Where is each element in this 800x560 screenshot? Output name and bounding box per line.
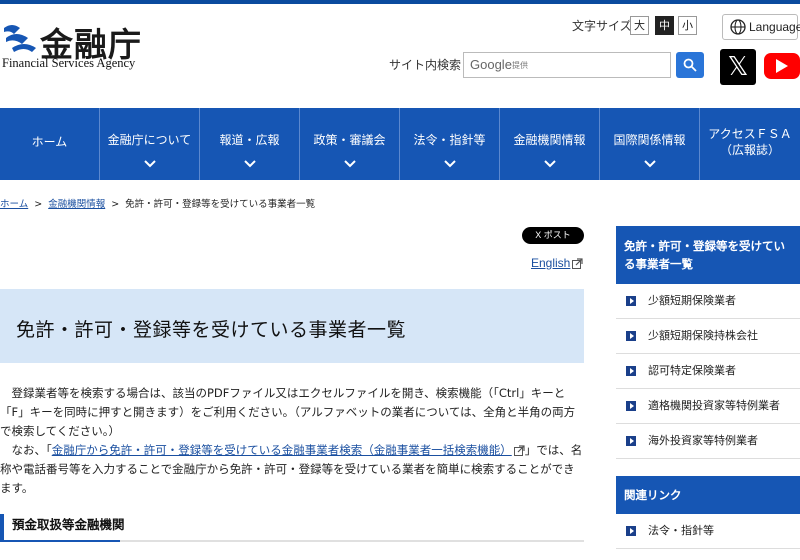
breadcrumb-current: 免許・許可・登録等を受けている事業者一覧: [125, 199, 316, 210]
section-heading-deposit-institutions: 預金取扱等金融機関: [0, 514, 584, 540]
logo-english-name: Financial Services Agency: [2, 56, 136, 70]
section-divider: [0, 540, 584, 542]
youtube-play-icon: [776, 59, 788, 73]
sidebar-item-label: 認可特定保険業者: [648, 364, 736, 377]
top-accent-bar: [0, 0, 800, 4]
search-button[interactable]: [676, 52, 704, 78]
chevron-down-icon: [544, 160, 556, 168]
para2-prefix: なお、「: [0, 443, 52, 457]
nav-label: 金融庁について: [107, 133, 192, 147]
fontsize-large-button[interactable]: 大: [630, 16, 649, 35]
nav-label-line1: アクセスＦＳＡ: [708, 127, 792, 141]
page-title: 免許・許可・登録等を受けている事業者一覧: [16, 319, 407, 341]
bulk-search-link[interactable]: 金融庁から免許・許可・登録等を受けている金融事業者検索（金融事業者一括検索機能）: [52, 443, 512, 457]
arrow-bullet-icon: [626, 366, 636, 376]
fsa-logo-mark-icon: [4, 25, 36, 52]
site-search-label: サイト内検索: [389, 58, 462, 72]
breadcrumb-home-link[interactable]: ホーム: [0, 199, 28, 210]
breadcrumb: ホーム > 金融機関情報 > 免許・許可・登録等を受けている事業者一覧: [0, 196, 315, 210]
language-label: Language: [749, 20, 800, 34]
nav-item-access-fsa[interactable]: アクセスＦＳＡ （広報誌）: [700, 108, 800, 180]
nav-label: 報道・広報: [219, 133, 280, 147]
breadcrumb-separator: >: [111, 199, 120, 210]
search-icon: [683, 58, 697, 72]
sidebar-item[interactable]: 少額短期保険持株会社: [616, 319, 800, 354]
page-title-box: 免許・許可・登録等を受けている事業者一覧: [0, 289, 584, 363]
external-link-icon: [572, 258, 583, 270]
sidebar-heading[interactable]: 免許・許可・登録等を受けている事業者一覧: [616, 226, 800, 284]
breadcrumb-separator: >: [34, 199, 43, 210]
google-label: Google: [470, 57, 512, 72]
intro-text: 登録業者等を検索する場合は、該当のPDFファイル又はエクセルファイルを開き、検索…: [0, 384, 584, 498]
sidebar-item-label: 海外投資家等特例業者: [648, 434, 758, 447]
nav-item-laws[interactable]: 法令・指針等: [400, 108, 500, 180]
search-input[interactable]: Google 提供: [463, 52, 671, 78]
site-logo[interactable]: 金融庁 Financial Services Agency: [2, 18, 162, 74]
nav-item-about[interactable]: 金融庁について: [100, 108, 200, 180]
nav-item-policy[interactable]: 政策・審議会: [300, 108, 400, 180]
external-link-icon: [513, 445, 525, 456]
intro-paragraph-2: なお、「金融庁から免許・許可・登録等を受けている金融事業者検索（金融事業者一括検…: [0, 441, 584, 498]
breadcrumb-parent-link[interactable]: 金融機関情報: [48, 199, 105, 210]
sidebar-item-label: 少額短期保険持株会社: [648, 329, 758, 342]
english-link[interactable]: English: [531, 256, 583, 270]
chevron-down-icon: [644, 160, 656, 168]
nav-label: 国際関係情報: [613, 133, 686, 147]
nav-item-press[interactable]: 報道・広報: [200, 108, 300, 180]
sidebar-item[interactable]: 少額短期保険業者: [616, 284, 800, 319]
nav-label: 政策・審議会: [313, 133, 386, 147]
related-link-item[interactable]: 法令・指針等: [616, 514, 800, 549]
arrow-bullet-icon: [626, 331, 636, 341]
related-link-label: 法令・指針等: [648, 524, 714, 537]
nav-label: ホーム: [31, 135, 68, 149]
nav-item-international[interactable]: 国際関係情報: [600, 108, 700, 180]
chevron-down-icon: [444, 160, 456, 168]
nav-label: 法令・指針等: [413, 133, 486, 147]
arrow-bullet-icon: [626, 401, 636, 411]
english-link-label: English: [531, 256, 571, 270]
nav-item-institutions[interactable]: 金融機関情報: [500, 108, 600, 180]
related-links-heading: 関連リンク: [616, 476, 800, 514]
x-logo-icon: 𝕏: [727, 52, 749, 82]
nav-label-line2: （広報誌）: [719, 143, 780, 157]
x-post-button[interactable]: X ポスト: [522, 227, 584, 244]
global-nav: ホーム 金融庁について 報道・広報 政策・審議会 法令・指針等 金融機関情報 国…: [0, 108, 800, 180]
sidebar-item[interactable]: 認可特定保険業者: [616, 354, 800, 389]
x-twitter-button[interactable]: 𝕏: [720, 49, 756, 85]
nav-item-home[interactable]: ホーム: [0, 108, 100, 180]
arrow-bullet-icon: [626, 296, 636, 306]
fontsize-label: 文字サイズ: [572, 19, 632, 33]
arrow-bullet-icon: [626, 436, 636, 446]
youtube-button[interactable]: [764, 53, 800, 79]
sidebar-item-label: 少額短期保険業者: [648, 294, 736, 307]
nav-label: 金融機関情報: [513, 133, 586, 147]
sidebar-item[interactable]: 適格機関投資家等特例業者: [616, 389, 800, 424]
arrow-bullet-icon: [626, 526, 636, 536]
chevron-down-icon: [344, 160, 356, 168]
globe-icon: [730, 19, 746, 35]
chevron-down-icon: [144, 160, 156, 168]
intro-paragraph-1: 登録業者等を検索する場合は、該当のPDFファイル又はエクセルファイルを開き、検索…: [0, 386, 576, 438]
nav-label: アクセスＦＳＡ （広報誌）: [700, 126, 800, 158]
search-provider-label: 提供: [512, 61, 528, 70]
language-button[interactable]: Language: [722, 14, 800, 40]
fontsize-small-button[interactable]: 小: [678, 16, 697, 35]
chevron-down-icon: [244, 160, 256, 168]
sidebar-list: 少額短期保険業者 少額短期保険持株会社 認可特定保険業者 適格機関投資家等特例業…: [616, 284, 800, 459]
sidebar-item-label: 適格機関投資家等特例業者: [648, 399, 780, 412]
fontsize-medium-button[interactable]: 中: [655, 16, 674, 35]
related-links-list: 法令・指針等: [616, 514, 800, 549]
sidebar-item[interactable]: 海外投資家等特例業者: [616, 424, 800, 459]
